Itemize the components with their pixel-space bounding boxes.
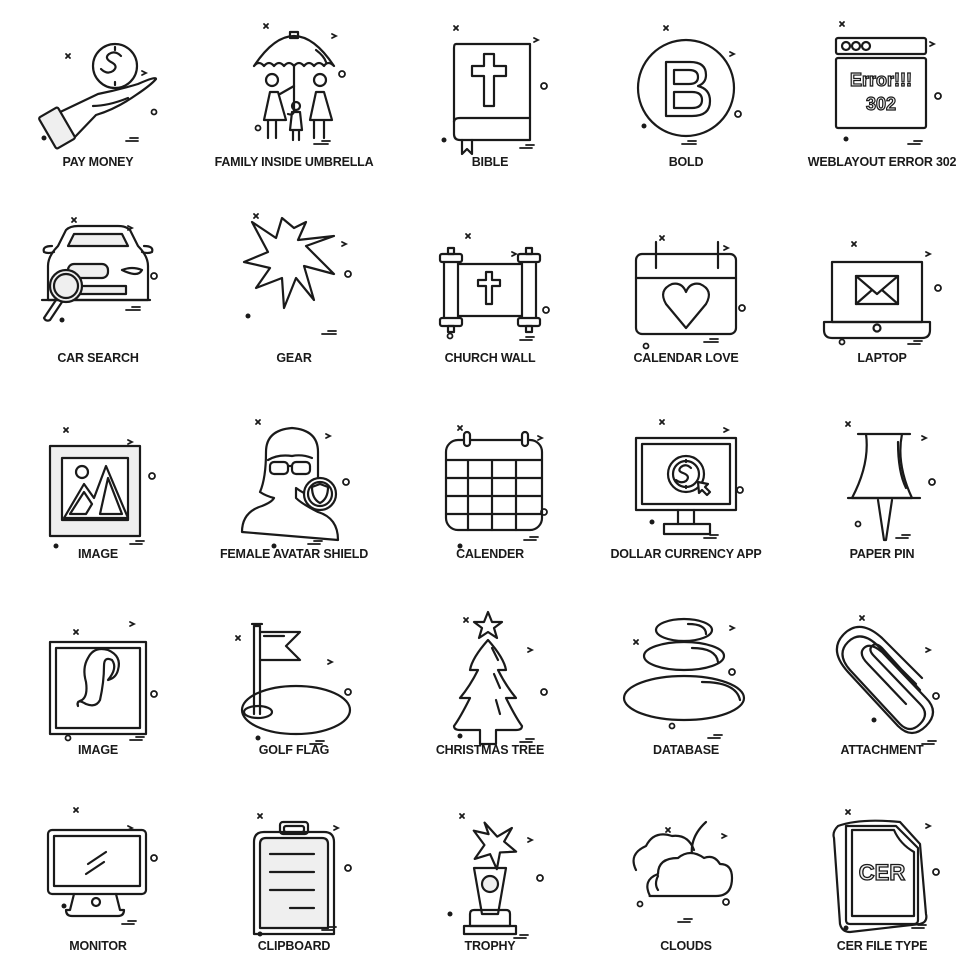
icon-cell-dollar-app: DOLLAR CURRENCY APP	[588, 392, 784, 588]
icon-cell-attachment: ATTACHMENT	[784, 588, 980, 784]
icon-label: FEMALE AVATAR SHIELD	[219, 547, 369, 561]
icon-label: PAPER PIN	[849, 547, 915, 561]
icon-cell-laptop: LAPTOP	[784, 196, 980, 392]
pay-money-icon	[38, 14, 158, 144]
icon-cell-image-swirl: IMAGE	[0, 588, 196, 784]
icon-cell-gear: GEAR	[196, 196, 392, 392]
church-wall-icon	[430, 210, 550, 340]
icon-label: CER FILE TYPE	[836, 939, 928, 953]
icon-cell-christmas-tree: CHRISTMAS TREE	[392, 588, 588, 784]
icon-label: DOLLAR CURRENCY APP	[610, 547, 762, 561]
icon-cell-calendar-love: CALENDAR LOVE	[588, 196, 784, 392]
icon-label: PAY MONEY	[62, 155, 134, 169]
icon-label: IMAGE	[78, 743, 118, 757]
icon-cell-family-umbrella: FAMILY INSIDE UMBRELLA	[196, 0, 392, 196]
bold-icon	[626, 14, 746, 144]
icon-label: CLOUDS	[660, 939, 712, 953]
icon-label: CHURCH WALL	[444, 351, 536, 365]
icon-label: CLIPBOARD	[257, 939, 331, 953]
cer-file-icon: CER	[822, 798, 942, 928]
bible-icon	[441, 14, 550, 144]
icon-label: CALENDAR LOVE	[633, 351, 739, 365]
icon-cell-database: DATABASE	[588, 588, 784, 784]
gear-icon	[234, 210, 354, 340]
file-type-text: CER	[859, 860, 906, 885]
icon-cell-trophy: TROPHY	[392, 784, 588, 980]
icon-cell-image: IMAGE	[0, 392, 196, 588]
icon-cell-web-error: Error!!! 302 WEBLAYOUT ERROR 302	[784, 0, 980, 196]
icon-cell-bible: BIBLE	[392, 0, 588, 196]
icon-cell-bold: BOLD	[588, 0, 784, 196]
icon-cell-pay-money: PAY MONEY	[0, 0, 196, 196]
web-error-icon: Error!!! 302	[822, 14, 942, 144]
icon-label: DATABASE	[653, 743, 719, 757]
icon-cell-clouds: CLOUDS	[588, 784, 784, 980]
icon-label: CAR SEARCH	[57, 351, 139, 365]
icon-cell-paper-pin: PAPER PIN	[784, 392, 980, 588]
icon-label: BIBLE	[471, 155, 509, 169]
icon-cell-female-avatar: FEMALE AVATAR SHIELD	[196, 392, 392, 588]
icon-label: BOLD	[668, 155, 704, 169]
database-icon	[626, 602, 746, 732]
calendar-love-icon	[626, 210, 746, 340]
icon-cell-monitor: MONITOR	[0, 784, 196, 980]
icon-label: WEBLAYOUT ERROR 302	[807, 155, 957, 169]
family-umbrella-icon	[234, 14, 354, 144]
dollar-app-icon	[626, 406, 746, 536]
icon-label: TROPHY	[464, 939, 516, 953]
error-code-text: 302	[866, 94, 896, 114]
icon-cell-calender: CALENDER	[392, 392, 588, 588]
monitor-icon	[38, 798, 158, 928]
icon-label: CHRISTMAS TREE	[435, 743, 545, 757]
error-text: Error!!!	[850, 70, 912, 90]
car-search-icon	[38, 210, 158, 323]
clouds-icon	[626, 798, 746, 928]
icon-label: MONITOR	[69, 939, 127, 953]
icon-label: FAMILY INSIDE UMBRELLA	[214, 155, 374, 169]
icon-cell-golf-flag: GOLF FLAG	[196, 588, 392, 784]
image-swirl-icon	[38, 602, 158, 732]
clipboard-icon	[234, 798, 354, 937]
laptop-icon	[822, 210, 942, 340]
icon-label: ATTACHMENT	[840, 743, 924, 757]
golf-flag-icon	[234, 602, 354, 732]
icon-label: CALENDER	[456, 547, 524, 561]
paper-pin-icon	[822, 406, 942, 536]
image-icon	[38, 406, 158, 549]
attachment-icon	[822, 602, 942, 732]
icon-label: IMAGE	[78, 547, 118, 561]
calendar-icon	[430, 406, 550, 549]
icon-label: GOLF FLAG	[258, 743, 330, 757]
icon-cell-cer-file: CER CER FILE TYPE	[784, 784, 980, 980]
icon-cell-church-wall: CHURCH WALL	[392, 196, 588, 392]
icon-label: LAPTOP	[857, 351, 907, 365]
icon-cell-clipboard: CLIPBOARD	[196, 784, 392, 980]
trophy-icon	[447, 798, 550, 928]
icon-grid: PAY MONEY FAMILY INSIDE UMBRELLA BIBLE B…	[0, 0, 980, 980]
female-avatar-shield-icon	[234, 406, 354, 549]
christmas-tree-icon	[430, 602, 550, 732]
icon-cell-car-search: CAR SEARCH	[0, 196, 196, 392]
icon-label: GEAR	[276, 351, 312, 365]
